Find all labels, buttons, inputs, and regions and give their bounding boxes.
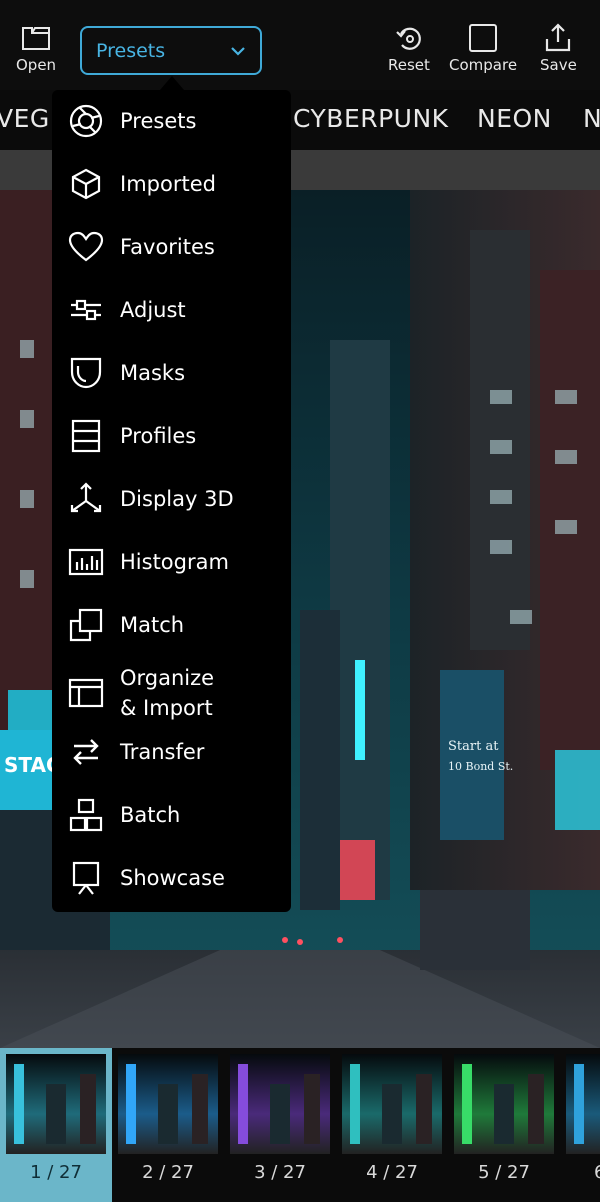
menu-item-showcase[interactable]: Showcase (52, 850, 291, 906)
top-toolbar: Open Presets Reset Compare Save (0, 0, 600, 90)
profiles-icon (67, 417, 105, 455)
menu-item-label: Display 3D (120, 487, 234, 511)
share-upload-icon (541, 22, 575, 54)
compare-icon (466, 22, 500, 54)
showcase-icon (67, 859, 105, 897)
preset-thumbnail[interactable]: 3 / 27 (224, 1048, 336, 1202)
menu-item-label: Showcase (120, 866, 225, 890)
menu-item-presets[interactable]: Presets (52, 93, 291, 149)
category-tab[interactable]: NEON (477, 104, 552, 133)
menu-item-transfer[interactable]: Transfer (52, 724, 291, 780)
preset-thumbnail-strip: 1 / 27 2 / 27 3 / 27 4 / 27 5 / 27 6 (0, 1048, 600, 1202)
chevron-down-icon (230, 41, 246, 60)
thumbnail-counter: 4 / 27 (366, 1162, 418, 1183)
menu-item-label: Histogram (120, 550, 229, 574)
histogram-icon (67, 543, 105, 581)
open-button[interactable]: Open (16, 22, 56, 74)
thumbnail-image (118, 1054, 218, 1154)
category-tab[interactable]: VEG (0, 104, 50, 133)
open-label: Open (16, 56, 57, 74)
reset-icon (392, 22, 426, 54)
cube-icon (67, 165, 105, 203)
heart-icon (67, 228, 105, 266)
preset-thumbnail[interactable]: 2 / 27 (112, 1048, 224, 1202)
menu-item-label-line: Organize (120, 666, 215, 690)
thumbnail-counter: 6 (594, 1162, 600, 1183)
menu-item-histogram[interactable]: Histogram (52, 534, 291, 590)
thumbnail-image (230, 1054, 330, 1154)
menu-item-label: Transfer (120, 740, 205, 764)
thumbnail-counter: 2 / 27 (142, 1162, 194, 1183)
folder-icon (19, 22, 53, 54)
match-icon (67, 606, 105, 644)
menu-item-profiles[interactable]: Profiles (52, 408, 291, 464)
reset-button[interactable]: Reset (388, 22, 430, 74)
preset-thumbnail[interactable]: 1 / 27 (0, 1048, 112, 1202)
mask-icon (67, 354, 105, 392)
category-tab[interactable]: CYBERPUNK (293, 104, 449, 133)
menu-item-organize-import[interactable]: Organize & Import (52, 660, 291, 726)
menu-item-label: Profiles (120, 424, 197, 448)
menu-item-match[interactable]: Match (52, 597, 291, 653)
menu-item-label: Batch (120, 803, 181, 827)
menu-item-label: Match (120, 613, 185, 637)
menu-item-batch[interactable]: Batch (52, 787, 291, 843)
preset-thumbnail[interactable]: 5 / 27 (448, 1048, 560, 1202)
thumbnail-counter: 3 / 27 (254, 1162, 306, 1183)
preset-thumbnail[interactable]: 6 (560, 1048, 600, 1202)
menu-item-display-3d[interactable]: Display 3D (52, 471, 291, 527)
menu-item-label: Imported (120, 172, 216, 196)
axes-3d-icon (67, 480, 105, 518)
organize-icon (67, 674, 105, 712)
panel-dropdown-value: Presets (96, 39, 166, 62)
thumbnail-counter: 1 / 27 (30, 1162, 82, 1183)
category-tab[interactable]: N (583, 104, 600, 133)
save-label: Save (540, 56, 577, 74)
menu-item-adjust[interactable]: Adjust (52, 282, 291, 338)
menu-item-imported[interactable]: Imported (52, 156, 291, 212)
compare-button[interactable]: Compare (449, 22, 517, 74)
menu-caret (160, 76, 184, 90)
thumbnail-image (342, 1054, 442, 1154)
batch-icon (67, 796, 105, 834)
presets-icon (67, 102, 105, 140)
menu-item-label: Organize & Import (120, 663, 214, 723)
sliders-icon (67, 291, 105, 329)
thumbnail-image (6, 1054, 106, 1154)
panel-dropdown-menu: Presets Imported Favorites Adjust Masks … (52, 90, 291, 912)
thumbnail-image (566, 1054, 600, 1154)
menu-item-label: Favorites (120, 235, 215, 259)
menu-item-label-line: & Import (120, 696, 213, 720)
compare-label: Compare (449, 56, 518, 74)
menu-item-masks[interactable]: Masks (52, 345, 291, 401)
panel-dropdown[interactable]: Presets (80, 26, 262, 75)
preset-thumbnail[interactable]: 4 / 27 (336, 1048, 448, 1202)
menu-item-favorites[interactable]: Favorites (52, 219, 291, 275)
billboard-text: Start at (448, 739, 499, 754)
menu-item-label: Presets (120, 109, 197, 133)
reset-label: Reset (388, 56, 430, 74)
menu-item-label: Masks (120, 361, 186, 385)
save-button[interactable]: Save (540, 22, 577, 74)
thumbnail-image (454, 1054, 554, 1154)
billboard-text: 10 Bond St. (448, 760, 513, 773)
transfer-icon (67, 733, 105, 771)
thumbnail-counter: 5 / 27 (478, 1162, 530, 1183)
menu-item-label: Adjust (120, 298, 186, 322)
